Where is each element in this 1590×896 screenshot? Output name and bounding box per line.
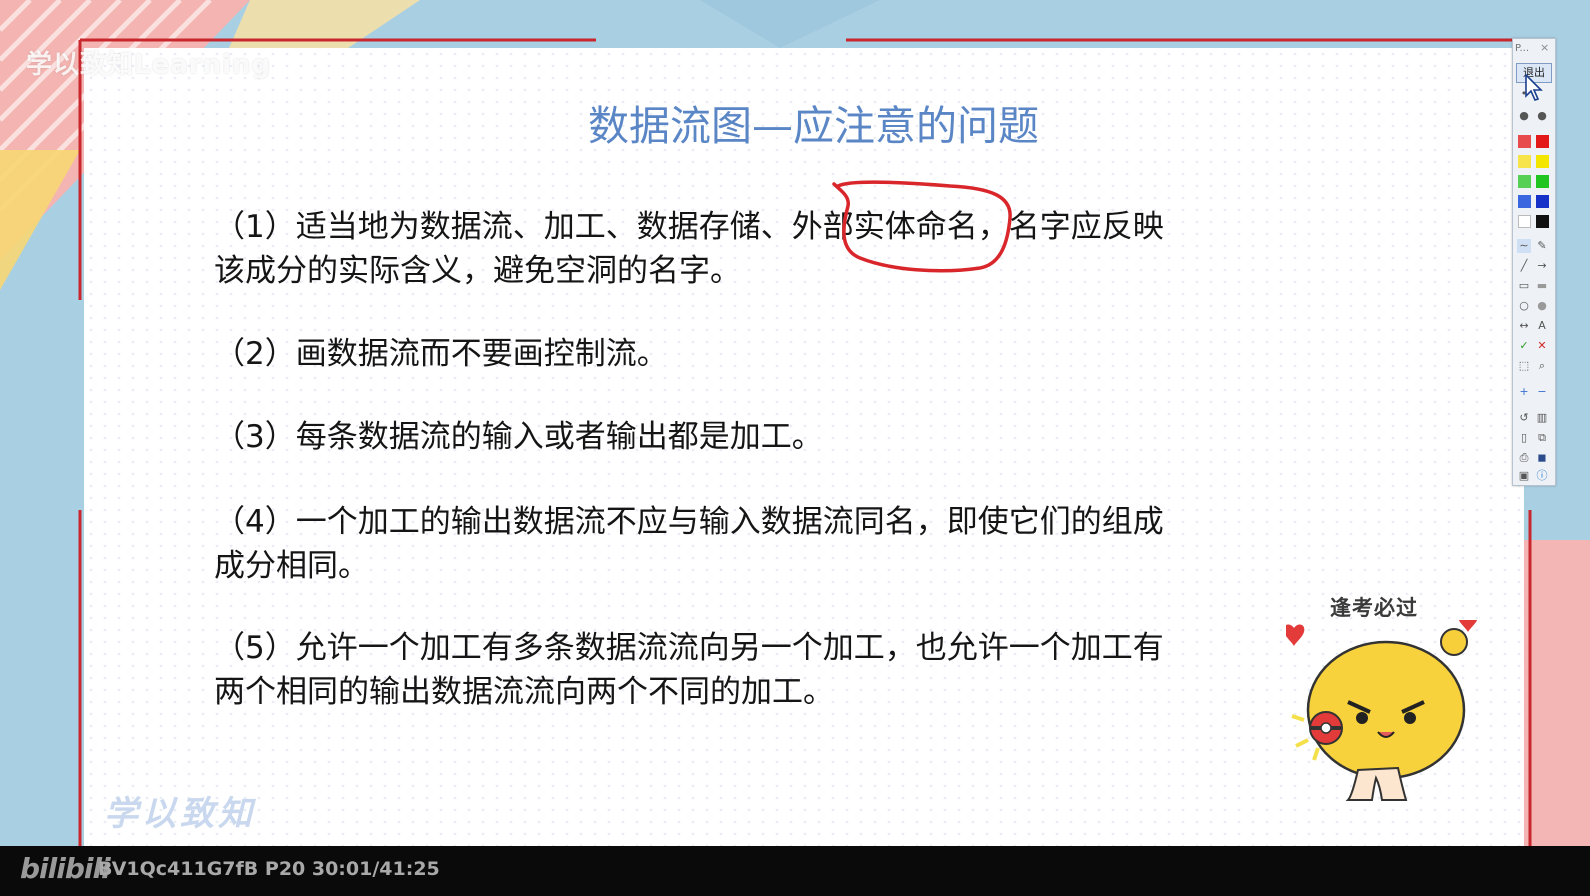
- trash-icon[interactable]: ▥: [1535, 411, 1549, 425]
- color-swatch[interactable]: [1518, 215, 1531, 228]
- item-line-2: 两个相同的输出数据流流向两个不同的加工。: [214, 674, 834, 710]
- red-annotation-circle: [832, 180, 1012, 273]
- minus-icon[interactable]: −: [1535, 385, 1549, 399]
- item-line-2: 成分相同。: [214, 548, 369, 584]
- video-info-text: BV1Qc411G7fB P20 30:01/41:25: [98, 858, 440, 880]
- list-item: （1）适当地为数据流、加工、数据存储、外部实体命名，名字应反映 该成分的实际含义…: [214, 205, 1294, 293]
- plus-icon[interactable]: +: [1517, 385, 1531, 399]
- sticker-caption: 逢考必过: [1330, 596, 1418, 620]
- cross-icon[interactable]: ✕: [1535, 339, 1549, 353]
- color-swatch[interactable]: [1518, 175, 1531, 188]
- color-swatch[interactable]: [1536, 175, 1549, 188]
- zoom-icon[interactable]: ⌕: [1535, 359, 1549, 373]
- item-line-2: 该成分的实际含义，避免空洞的名字。: [214, 253, 741, 289]
- page-icon[interactable]: ▯: [1517, 431, 1531, 445]
- copy-icon[interactable]: ⧉: [1535, 431, 1549, 445]
- color-swatch[interactable]: [1536, 155, 1549, 168]
- item-line-1: （5）允许一个加工有多条数据流流向另一个加工，也允许一个加工有: [214, 630, 1164, 666]
- arrow-icon[interactable]: →: [1535, 259, 1549, 273]
- color-swatch[interactable]: [1536, 195, 1549, 208]
- ellipse-icon[interactable]: ○: [1517, 299, 1531, 313]
- color-swatch[interactable]: [1536, 215, 1549, 228]
- watermark-text: 学以致知Learning: [26, 50, 272, 80]
- undo-icon[interactable]: ↺: [1517, 411, 1531, 425]
- mascot-sticker-icon: [1286, 620, 1478, 801]
- pen-toolbar: P... × 退出 • ● ● ∼ ✎ ╱ → ▭ ▬ ○ ● ↔ A ✓ ✕ …: [1512, 38, 1556, 486]
- bilibili-logo: bilibili: [20, 852, 111, 885]
- list-item: （4）一个加工的输出数据流不应与输入数据流同名，即使它们的组成 成分相同。: [214, 500, 1294, 588]
- rect-fill-icon[interactable]: ▬: [1535, 279, 1549, 293]
- highlighter-icon[interactable]: ✎: [1535, 239, 1549, 253]
- toolbar-title: P...: [1515, 43, 1530, 54]
- signature-logo: 学以致知: [104, 794, 256, 834]
- item-line-1: （3）每条数据流的输入或者输出都是加工。: [214, 419, 823, 455]
- select-icon[interactable]: ⬚: [1517, 359, 1531, 373]
- mouse-cursor-icon: [1525, 74, 1543, 101]
- save-icon[interactable]: ◼: [1535, 451, 1549, 465]
- toolbar-close-button[interactable]: ×: [1540, 41, 1549, 54]
- dot-medium-icon[interactable]: ●: [1517, 109, 1531, 123]
- color-swatch[interactable]: [1518, 155, 1531, 168]
- double-arrow-icon[interactable]: ↔: [1517, 319, 1531, 333]
- slide-title: 数据流图—应注意的问题: [588, 102, 1039, 150]
- color-swatch[interactable]: [1518, 135, 1531, 148]
- color-swatch[interactable]: [1536, 135, 1549, 148]
- item-line-1: （2）画数据流而不要画控制流。: [214, 336, 668, 372]
- list-item: （2）画数据流而不要画控制流。: [214, 332, 1294, 376]
- item-line-1: （1）适当地为数据流、加工、数据存储、外部实体命名，名字应反映: [214, 209, 1164, 245]
- pen-icon[interactable]: ∼: [1517, 239, 1531, 253]
- rect-icon[interactable]: ▭: [1517, 279, 1531, 293]
- color-swatch[interactable]: [1518, 195, 1531, 208]
- text-icon[interactable]: A: [1535, 319, 1549, 333]
- line-icon[interactable]: ╱: [1517, 259, 1531, 273]
- info-icon[interactable]: ⓘ: [1535, 469, 1549, 483]
- ellipse-fill-icon[interactable]: ●: [1535, 299, 1549, 313]
- check-icon[interactable]: ✓: [1517, 339, 1531, 353]
- dot-large-icon[interactable]: ●: [1535, 109, 1549, 123]
- item-line-1: （4）一个加工的输出数据流不应与输入数据流同名，即使它们的组成: [214, 504, 1164, 540]
- screen-icon[interactable]: ▣: [1517, 469, 1531, 483]
- list-item: （3）每条数据流的输入或者输出都是加工。: [214, 415, 1294, 459]
- list-item: （5）允许一个加工有多条数据流流向另一个加工，也允许一个加工有 两个相同的输出数…: [214, 626, 1294, 714]
- print-icon[interactable]: ⎙: [1517, 451, 1531, 465]
